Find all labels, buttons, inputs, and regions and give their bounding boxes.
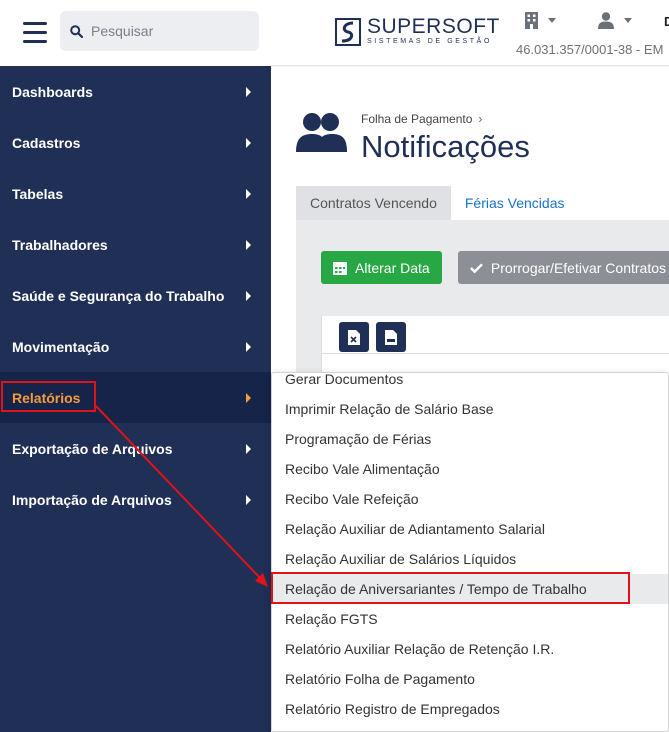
- chevron-down-icon: [624, 18, 632, 23]
- chevron-right-icon: ›: [478, 112, 483, 126]
- dropdown-item-gerar-documentos[interactable]: Gerar Documentos: [272, 373, 668, 394]
- sidebar-top: [0, 0, 271, 66]
- chevron-right-icon: [246, 239, 251, 250]
- tab-contratos-vencendo[interactable]: Contratos Vencendo: [296, 186, 451, 220]
- sidebar-item-trabalhadores[interactable]: Trabalhadores: [0, 219, 271, 270]
- dropdown-item-aniversariantes[interactable]: Relação de Aniversariantes / Tempo de Tr…: [272, 574, 668, 604]
- alter-date-label: Alterar Data: [355, 259, 430, 276]
- chevron-right-icon: [246, 86, 251, 97]
- export-csv-button[interactable]: [376, 322, 406, 352]
- chevron-right-icon: [246, 443, 251, 454]
- dropdown-item-adiantamento-salarial[interactable]: Relação Auxiliar de Adiantamento Salaria…: [272, 514, 668, 544]
- chevron-right-icon: [246, 290, 251, 301]
- sidebar-item-saude-seguranca[interactable]: Saúde e Segurança do Trabalho: [0, 270, 271, 321]
- sidebar-item-label: Dashboards: [12, 83, 93, 100]
- reports-dropdown: Gerar Documentos Imprimir Relação de Sal…: [271, 372, 669, 732]
- dropdown-item-programacao-ferias[interactable]: Programação de Férias: [272, 424, 668, 454]
- excel-file-icon: [348, 329, 360, 345]
- user-icon: [598, 12, 614, 29]
- breadcrumb-item[interactable]: Folha de Pagamento: [361, 112, 472, 126]
- sidebar-item-label: Relatórios: [12, 389, 81, 406]
- sidebar-item-dashboards[interactable]: Dashboards: [0, 66, 271, 117]
- chevron-down-icon: [548, 18, 556, 23]
- chevron-right-icon: [246, 341, 251, 352]
- chevron-right-icon: [246, 392, 251, 403]
- sidebar-item-importacao[interactable]: Importação de Arquivos: [0, 474, 271, 525]
- search-box[interactable]: [60, 11, 259, 51]
- tab-bar: Contratos Vencendo Férias Vencidas: [296, 186, 578, 220]
- supersoft-logo-icon: [335, 18, 361, 46]
- brand-logo: SUPERSOFT SISTEMAS DE GESTÃO: [335, 15, 500, 47]
- company-cnpj: 46.031.357/0001-38 - EM: [516, 42, 664, 57]
- brand-tagline: SISTEMAS DE GESTÃO: [367, 38, 492, 45]
- dropdown-item-retencao-ir[interactable]: Relatório Auxiliar Relação de Retenção I…: [272, 634, 668, 664]
- sidebar-item-label: Trabalhadores: [12, 236, 108, 253]
- header-cut-text: D: [664, 14, 669, 29]
- sidebar-item-label: Movimentação: [12, 338, 110, 355]
- sidebar-item-relatorios[interactable]: Relatórios: [0, 372, 271, 423]
- chevron-right-icon: [246, 494, 251, 505]
- sidebar-item-tabelas[interactable]: Tabelas: [0, 168, 271, 219]
- user-menu[interactable]: [598, 12, 632, 29]
- building-icon: [525, 12, 538, 29]
- calendar-icon: [333, 261, 347, 275]
- sidebar-item-label: Tabelas: [12, 185, 64, 202]
- dropdown-item-salarios-liquidos[interactable]: Relação Auxiliar de Salários Líquidos: [272, 544, 668, 574]
- dropdown-item-fgts[interactable]: Relação FGTS: [272, 604, 668, 634]
- dropdown-item-registro-empregados[interactable]: Relatório Registro de Empregados: [272, 694, 668, 724]
- sidebar-item-label: Saúde e Segurança do Trabalho: [12, 287, 225, 304]
- sidebar-item-label: Exportação de Arquivos: [12, 440, 173, 457]
- alter-date-button[interactable]: Alterar Data: [321, 251, 442, 284]
- check-icon: [470, 262, 483, 273]
- users-icon: [296, 112, 348, 159]
- chevron-right-icon: [246, 188, 251, 199]
- sidebar-item-movimentacao[interactable]: Movimentação: [0, 321, 271, 372]
- sidebar-item-label: Cadastros: [12, 134, 81, 151]
- sidebar: Dashboards Cadastros Tabelas Trabalhador…: [0, 0, 271, 732]
- dropdown-item-vale-alimentacao[interactable]: Recibo Vale Alimentação: [272, 454, 668, 484]
- menu-toggle-icon[interactable]: [23, 22, 47, 44]
- export-excel-button[interactable]: [339, 322, 369, 352]
- dropdown-item-vale-refeicao[interactable]: Recibo Vale Refeição: [272, 484, 668, 514]
- top-header: SUPERSOFT SISTEMAS DE GESTÃO D 46.031.35…: [271, 0, 669, 66]
- dropdown-item-salario-base[interactable]: Imprimir Relação de Salário Base: [272, 394, 668, 424]
- brand-name: SUPERSOFT: [367, 15, 500, 38]
- tab-ferias-vencidas[interactable]: Férias Vencidas: [451, 186, 579, 220]
- extend-contracts-label: Prorrogar/Efetivar Contratos: [490, 259, 666, 276]
- sidebar-item-exportacao[interactable]: Exportação de Arquivos: [0, 423, 271, 474]
- sidebar-item-label: Importação de Arquivos: [12, 491, 172, 508]
- dropdown-item-folha-pagamento[interactable]: Relatório Folha de Pagamento: [272, 664, 668, 694]
- table-toolbar: [322, 316, 669, 354]
- chevron-right-icon: [246, 137, 251, 148]
- search-input[interactable]: [91, 23, 251, 39]
- company-selector[interactable]: [525, 12, 556, 29]
- csv-file-icon: [385, 329, 397, 345]
- breadcrumb: Folha de Pagamento ›: [361, 112, 482, 126]
- extend-contracts-button[interactable]: Prorrogar/Efetivar Contratos: [458, 251, 669, 284]
- page-title: Notificações: [361, 129, 530, 164]
- search-icon: [70, 24, 83, 38]
- sidebar-menu: Dashboards Cadastros Tabelas Trabalhador…: [0, 66, 271, 525]
- sidebar-item-cadastros[interactable]: Cadastros: [0, 117, 271, 168]
